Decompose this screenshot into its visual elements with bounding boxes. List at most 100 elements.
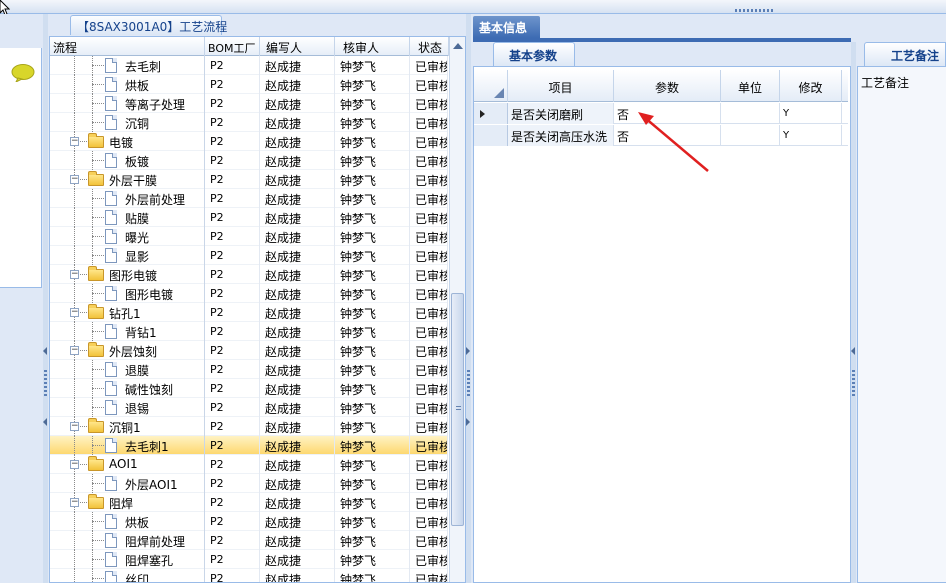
collapse-node-icon[interactable]: − bbox=[70, 346, 79, 355]
tree-node-cell[interactable]: 显影 bbox=[50, 246, 205, 265]
tree-node-cell[interactable]: 碱性蚀刻 bbox=[50, 379, 205, 398]
tree-row[interactable]: 贴膜 P2 赵成捷 钟梦飞 已审核 bbox=[50, 208, 448, 227]
tree-node-cell[interactable]: − 沉铜1 bbox=[50, 417, 205, 436]
collapse-node-icon[interactable]: − bbox=[70, 270, 79, 279]
collapse-node-icon[interactable]: − bbox=[70, 308, 79, 317]
tree-row[interactable]: 阻焊前处理 P2 赵成捷 钟梦飞 已审核 bbox=[50, 531, 448, 550]
tree-row[interactable]: − 沉铜1 P2 赵成捷 钟梦飞 已审核 bbox=[50, 417, 448, 436]
tree-row[interactable]: 背钻1 P2 赵成捷 钟梦飞 已审核 bbox=[50, 322, 448, 341]
tab-process-notes[interactable]: 工艺备注 bbox=[864, 42, 946, 66]
tree-row[interactable]: 显影 P2 赵成捷 钟梦飞 已审核 bbox=[50, 246, 448, 265]
collapse-node-icon[interactable]: − bbox=[70, 175, 79, 184]
tree-node-cell[interactable]: − 阻焊 bbox=[50, 493, 205, 512]
collapse-left-arrow-icon[interactable] bbox=[43, 347, 47, 355]
param-modify-cell: Y bbox=[780, 125, 842, 146]
param-select-all-corner[interactable] bbox=[474, 70, 508, 102]
tree-panel-tab[interactable]: 【8SAX3001A0】工艺流程 bbox=[70, 15, 227, 35]
col-header-reviewer[interactable]: 核审人 bbox=[335, 37, 410, 56]
tree-row[interactable]: 碱性蚀刻 P2 赵成捷 钟梦飞 已审核 bbox=[50, 379, 448, 398]
tree-node-cell[interactable]: 外层AOI1 bbox=[50, 474, 205, 493]
col-header-writer[interactable]: 编写人 bbox=[260, 37, 335, 56]
tree-row[interactable]: 沉铜 P2 赵成捷 钟梦飞 已审核 bbox=[50, 113, 448, 132]
param-unit-cell[interactable] bbox=[721, 125, 780, 146]
collapse-node-icon[interactable]: − bbox=[70, 498, 79, 507]
col-header-modify[interactable]: 修改 bbox=[780, 70, 842, 102]
tree-node-cell[interactable]: 曝光 bbox=[50, 227, 205, 246]
tree-row[interactable]: 外层AOI1 P2 赵成捷 钟梦飞 已审核 bbox=[50, 474, 448, 493]
collapse-node-icon[interactable]: − bbox=[70, 422, 79, 431]
tree-row[interactable]: 曝光 P2 赵成捷 钟梦飞 已审核 bbox=[50, 227, 448, 246]
tree-node-cell[interactable]: 阻焊塞孔 bbox=[50, 550, 205, 569]
tree-node-cell[interactable]: 去毛刺 bbox=[50, 56, 205, 75]
tree-row[interactable]: 去毛刺 P2 赵成捷 钟梦飞 已审核 bbox=[50, 56, 448, 75]
col-header-unit[interactable]: 单位 bbox=[721, 70, 780, 102]
tree-node-cell[interactable]: 图形电镀 bbox=[50, 284, 205, 303]
tree-row[interactable]: 去毛刺1 P2 赵成捷 钟梦飞 已审核 bbox=[50, 436, 448, 455]
col-header-param[interactable]: 参数 bbox=[614, 70, 721, 102]
col-header-status[interactable]: 状态 bbox=[410, 37, 449, 56]
tree-node-cell[interactable]: 等离子处理 bbox=[50, 94, 205, 113]
collapse-arrow-icon[interactable] bbox=[851, 347, 855, 355]
col-header-process[interactable]: 流程 bbox=[50, 37, 205, 56]
tree-node-cell[interactable]: 阻焊前处理 bbox=[50, 531, 205, 550]
status-cell: 已审核 bbox=[410, 170, 448, 189]
col-header-item[interactable]: 项目 bbox=[508, 70, 614, 102]
tree-node-cell[interactable]: 去毛刺1 bbox=[50, 436, 205, 455]
splitter-grip-icon[interactable] bbox=[735, 9, 773, 12]
left-splitter[interactable] bbox=[43, 14, 48, 583]
tree-node-cell[interactable]: 板镀 bbox=[50, 151, 205, 170]
tree-row[interactable]: 烘板 P2 赵成捷 钟梦飞 已审核 bbox=[50, 512, 448, 531]
tree-node-cell[interactable]: 贴膜 bbox=[50, 208, 205, 227]
tree-node-cell[interactable]: 外层前处理 bbox=[50, 189, 205, 208]
scrollbar-thumb[interactable] bbox=[451, 293, 464, 526]
tree-row[interactable]: 阻焊塞孔 P2 赵成捷 钟梦飞 已审核 bbox=[50, 550, 448, 569]
row-indicator[interactable] bbox=[474, 125, 508, 146]
tree-line bbox=[74, 322, 75, 341]
tree-node-cell[interactable]: 背钻1 bbox=[50, 322, 205, 341]
tree-node-cell[interactable]: 烘板 bbox=[50, 75, 205, 94]
tree-node-cell[interactable]: − 电镀 bbox=[50, 132, 205, 151]
tree-row[interactable]: − 外层干膜 P2 赵成捷 钟梦飞 已审核 bbox=[50, 170, 448, 189]
tree-row[interactable]: − 钻孔1 P2 赵成捷 钟梦飞 已审核 bbox=[50, 303, 448, 322]
collapse-node-icon[interactable]: − bbox=[70, 137, 79, 146]
tree-node-cell[interactable]: − 图形电镀 bbox=[50, 265, 205, 284]
tree-row[interactable]: 板镀 P2 赵成捷 钟梦飞 已审核 bbox=[50, 151, 448, 170]
col-header-bom[interactable]: BOM工厂 bbox=[205, 37, 260, 56]
tree-row[interactable]: 外层前处理 P2 赵成捷 钟梦飞 已审核 bbox=[50, 189, 448, 208]
tree-node-cell[interactable]: 烘板 bbox=[50, 512, 205, 531]
tree-row[interactable]: 丝印 P2 赵成捷 钟梦飞 已审核 bbox=[50, 569, 448, 582]
tree-row[interactable]: − 图形电镀 P2 赵成捷 钟梦飞 已审核 bbox=[50, 265, 448, 284]
tree-node-cell[interactable]: − 外层蚀刻 bbox=[50, 341, 205, 360]
collapse-node-icon[interactable]: − bbox=[70, 460, 79, 469]
tree-node-cell[interactable]: 沉铜 bbox=[50, 113, 205, 132]
collapse-left-arrow-icon[interactable] bbox=[43, 418, 47, 426]
collapse-right-arrow-icon[interactable] bbox=[466, 347, 470, 355]
tree-node-cell[interactable]: − AOI1 bbox=[50, 455, 205, 474]
tree-node-cell[interactable]: 退膜 bbox=[50, 360, 205, 379]
tree-row[interactable]: − AOI1 P2 赵成捷 钟梦飞 已审核 bbox=[50, 455, 448, 474]
right-splitter[interactable] bbox=[851, 42, 856, 583]
tree-row[interactable]: 图形电镀 P2 赵成捷 钟梦飞 已审核 bbox=[50, 284, 448, 303]
tree-row[interactable]: 等离子处理 P2 赵成捷 钟梦飞 已审核 bbox=[50, 94, 448, 113]
tab-basic-params[interactable]: 基本参数 bbox=[493, 42, 575, 66]
tree-row[interactable]: 退锡 P2 赵成捷 钟梦飞 已审核 bbox=[50, 398, 448, 417]
tree-row[interactable]: − 外层蚀刻 P2 赵成捷 钟梦飞 已审核 bbox=[50, 341, 448, 360]
tree-row[interactable]: − 电镀 P2 赵成捷 钟梦飞 已审核 bbox=[50, 132, 448, 151]
tree-node-cell[interactable]: 退锡 bbox=[50, 398, 205, 417]
chat-bubble-icon[interactable] bbox=[11, 64, 35, 82]
tree-vertical-scrollbar[interactable] bbox=[449, 37, 465, 582]
tree-row[interactable]: 退膜 P2 赵成捷 钟梦飞 已审核 bbox=[50, 360, 448, 379]
tree-node-cell[interactable]: − 外层干膜 bbox=[50, 170, 205, 189]
param-unit-cell[interactable] bbox=[721, 103, 780, 124]
tab-basic-info[interactable]: 基本信息 bbox=[473, 16, 540, 38]
tree-row[interactable]: 烘板 P2 赵成捷 钟梦飞 已审核 bbox=[50, 75, 448, 94]
tree-node-cell[interactable]: 丝印 bbox=[50, 569, 205, 582]
tree-node-cell[interactable]: − 钻孔1 bbox=[50, 303, 205, 322]
row-indicator[interactable] bbox=[474, 103, 508, 124]
document-icon bbox=[105, 229, 117, 244]
scroll-up-arrow-icon[interactable] bbox=[453, 43, 463, 49]
middle-splitter[interactable] bbox=[466, 14, 471, 583]
tree-row[interactable]: − 阻焊 P2 赵成捷 钟梦飞 已审核 bbox=[50, 493, 448, 512]
collapse-right-arrow-icon[interactable] bbox=[466, 418, 470, 426]
reviewer-cell: 钟梦飞 bbox=[335, 246, 410, 265]
